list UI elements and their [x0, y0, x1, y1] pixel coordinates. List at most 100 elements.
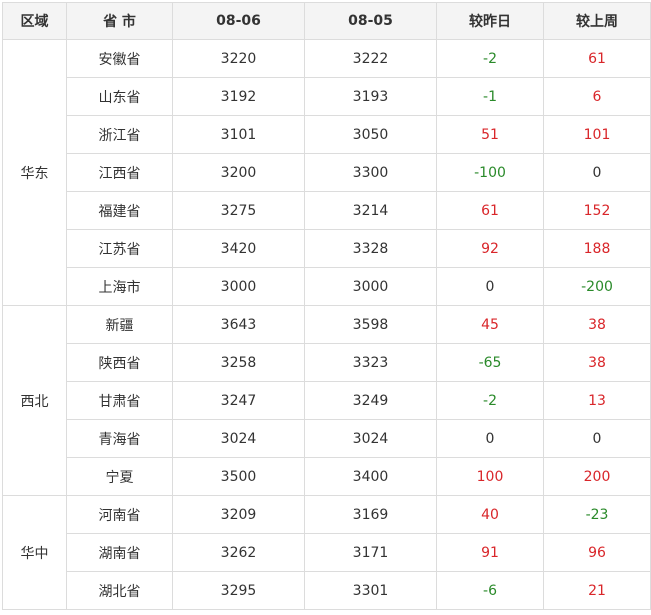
change-day-cell: 0	[436, 267, 544, 306]
price-date-1-cell: 3420	[172, 229, 305, 268]
price-date-2-cell: 3024	[304, 419, 437, 458]
change-day-cell: 91	[436, 533, 544, 572]
change-week-cell: -200	[543, 267, 651, 306]
table-row: 华东 安徽省 3220 3222 -2 61	[2, 39, 651, 306]
change-week-cell: 38	[543, 305, 651, 344]
table-row: 福建省 3275 3214 61 152	[3, 191, 651, 230]
price-date-1-cell: 3000	[172, 267, 305, 306]
change-week-cell: 61	[543, 39, 651, 78]
price-date-1-cell: 3262	[172, 533, 305, 572]
province-cell: 江西省	[66, 153, 173, 192]
price-table: 区域 省 市 08-06 08-05 较昨日 较上周 华东 安徽省 3220 3222…	[2, 2, 651, 610]
change-day-cell: 51	[436, 115, 544, 154]
price-date-1-cell: 3247	[172, 381, 305, 420]
region-cell: 西北	[2, 305, 67, 496]
change-day-cell: -1	[436, 77, 544, 116]
province-cell: 湖北省	[66, 571, 173, 610]
table-row: 华中 河南省 3209 3169 40 -23	[2, 495, 651, 610]
price-date-2-cell: 3598	[304, 305, 437, 344]
price-date-2-cell: 3171	[304, 533, 437, 572]
province-cell: 浙江省	[66, 115, 173, 154]
province-cell: 安徽省	[66, 39, 173, 78]
change-day-cell: -6	[436, 571, 544, 610]
province-cell: 河南省	[66, 495, 173, 534]
header-change-week: 较上周	[543, 2, 651, 40]
price-date-1-cell: 3258	[172, 343, 305, 382]
price-date-2-cell: 3222	[304, 39, 437, 78]
price-date-1-cell: 3500	[172, 457, 305, 496]
change-day-cell: -2	[436, 381, 544, 420]
province-cell: 湖南省	[66, 533, 173, 572]
price-date-2-cell: 3400	[304, 457, 437, 496]
province-cell: 甘肃省	[66, 381, 173, 420]
table-row: 上海市 3000 3000 0 -200	[3, 267, 651, 306]
price-date-2-cell: 3323	[304, 343, 437, 382]
change-week-cell: 0	[543, 153, 651, 192]
table-body: 华东 安徽省 3220 3222 -2 61 山东省 3192 3193 -1 6 浙江省 3101 30…	[2, 39, 651, 610]
table-row: 湖北省 3295 3301 -6 21	[3, 571, 651, 610]
header-region: 区域	[2, 2, 67, 40]
price-date-1-cell: 3643	[172, 305, 305, 344]
price-date-1-cell: 3024	[172, 419, 305, 458]
province-cell: 宁夏	[66, 457, 173, 496]
change-week-cell: 200	[543, 457, 651, 496]
change-day-cell: 61	[436, 191, 544, 230]
table-row: 江苏省 3420 3328 92 188	[3, 229, 651, 268]
table-row: 陕西省 3258 3323 -65 38	[3, 343, 651, 382]
price-date-2-cell: 3300	[304, 153, 437, 192]
price-date-2-cell: 3050	[304, 115, 437, 154]
header-row: 区域 省 市 08-06 08-05 较昨日 较上周	[2, 2, 651, 40]
header-date-1: 08-06	[172, 2, 305, 40]
price-date-1-cell: 3101	[172, 115, 305, 154]
change-week-cell: 21	[543, 571, 651, 610]
price-date-2-cell: 3301	[304, 571, 437, 610]
price-date-2-cell: 3169	[304, 495, 437, 534]
change-day-cell: 45	[436, 305, 544, 344]
table-row: 宁夏 3500 3400 100 200	[3, 457, 651, 496]
change-day-cell: -2	[436, 39, 544, 78]
province-cell: 青海省	[66, 419, 173, 458]
province-cell: 江苏省	[66, 229, 173, 268]
price-date-1-cell: 3200	[172, 153, 305, 192]
table-row: 西北 新疆 3643 3598 45 38	[2, 305, 651, 496]
header-date-2: 08-05	[304, 2, 437, 40]
change-week-cell: 96	[543, 533, 651, 572]
change-week-cell: 38	[543, 343, 651, 382]
province-cell: 上海市	[66, 267, 173, 306]
price-date-2-cell: 3000	[304, 267, 437, 306]
price-date-2-cell: 3193	[304, 77, 437, 116]
price-date-1-cell: 3192	[172, 77, 305, 116]
price-date-2-cell: 3328	[304, 229, 437, 268]
table-row: 江西省 3200 3300 -100 0	[3, 153, 651, 192]
change-week-cell: 101	[543, 115, 651, 154]
province-cell: 山东省	[66, 77, 173, 116]
change-day-cell: 40	[436, 495, 544, 534]
price-date-1-cell: 3275	[172, 191, 305, 230]
price-date-1-cell: 3209	[172, 495, 305, 534]
table-row: 浙江省 3101 3050 51 101	[3, 115, 651, 154]
change-week-cell: -23	[543, 495, 651, 534]
header-change-day: 较昨日	[436, 2, 544, 40]
price-date-2-cell: 3249	[304, 381, 437, 420]
province-cell: 福建省	[66, 191, 173, 230]
change-day-cell: 92	[436, 229, 544, 268]
table-row: 青海省 3024 3024 0 0	[3, 419, 651, 458]
change-day-cell: 0	[436, 419, 544, 458]
change-week-cell: 13	[543, 381, 651, 420]
change-week-cell: 6	[543, 77, 651, 116]
table-row: 甘肃省 3247 3249 -2 13	[3, 381, 651, 420]
region-cell: 华东	[2, 39, 67, 306]
price-date-1-cell: 3295	[172, 571, 305, 610]
table-row: 湖南省 3262 3171 91 96	[3, 533, 651, 572]
region-cell: 华中	[2, 495, 67, 610]
change-week-cell: 152	[543, 191, 651, 230]
price-date-1-cell: 3220	[172, 39, 305, 78]
province-cell: 新疆	[66, 305, 173, 344]
change-week-cell: 0	[543, 419, 651, 458]
province-cell: 陕西省	[66, 343, 173, 382]
change-week-cell: 188	[543, 229, 651, 268]
change-day-cell: -100	[436, 153, 544, 192]
change-day-cell: 100	[436, 457, 544, 496]
change-day-cell: -65	[436, 343, 544, 382]
price-date-2-cell: 3214	[304, 191, 437, 230]
